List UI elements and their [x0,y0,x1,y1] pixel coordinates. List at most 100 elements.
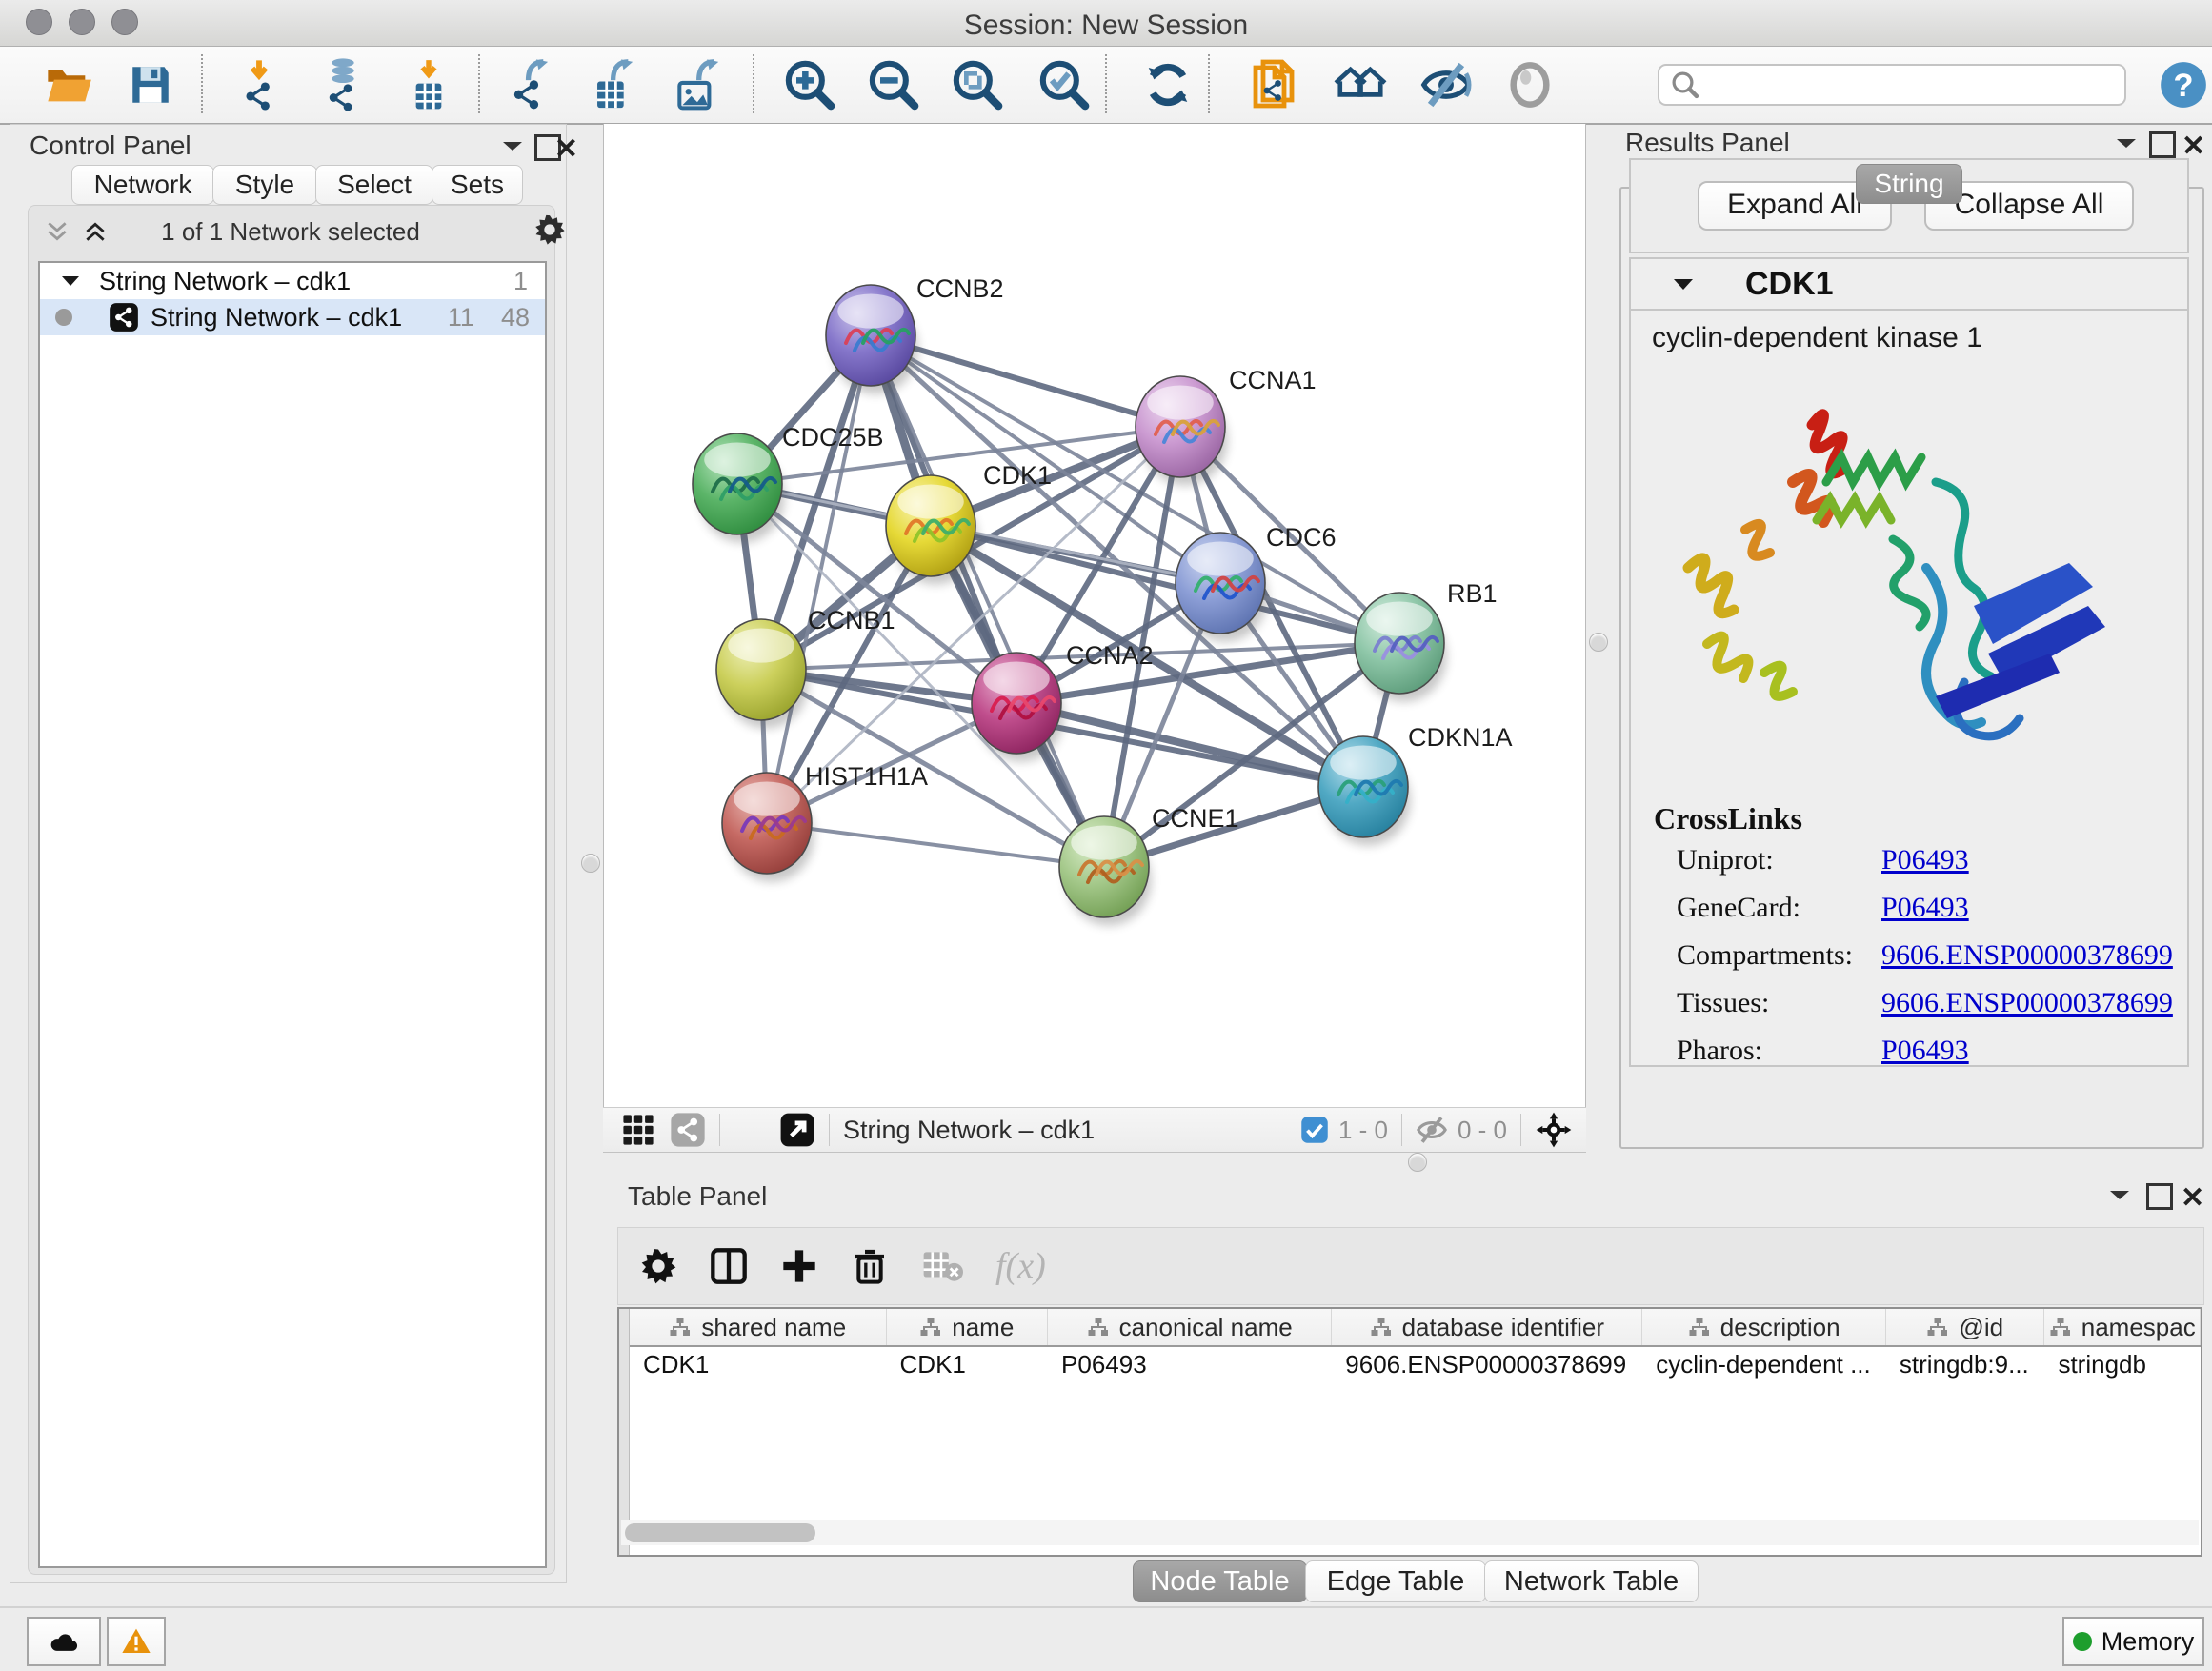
tab-select[interactable]: Select [315,165,433,205]
delete-table-icon[interactable] [921,1249,963,1283]
share-document-button[interactable] [1244,56,1301,113]
zoom-selected-button[interactable] [1036,56,1093,113]
export-network-button[interactable] [503,56,560,113]
show-eye-button[interactable] [1501,56,1558,113]
crosslink-link[interactable]: 9606.ENSP00000378699 [1881,987,2173,1019]
network-options-gear-icon[interactable] [533,213,566,251]
network-view-toolbar: String Network – cdk1 1 - 0 0 - 0 [603,1107,1586,1153]
zoom-in-button[interactable] [781,56,838,113]
table-cell[interactable]: 9606.ENSP00000378699 [1332,1350,1642,1379]
column-header-database-identifier[interactable]: database identifier [1332,1309,1642,1345]
share-document-icon [1246,58,1299,111]
collection-expand-icon[interactable] [61,273,80,289]
network-view-share-icon[interactable] [670,1112,706,1148]
export-image-button[interactable] [670,56,727,113]
grid-view-icon[interactable] [622,1114,654,1146]
results-panel-float-icon[interactable] [2149,131,2176,158]
table-cell[interactable]: CDK1 [887,1350,1049,1379]
open-in-window-icon[interactable] [779,1112,815,1148]
column-header-shared-name[interactable]: shared name [630,1309,887,1345]
tab-network-table[interactable]: Network Table [1484,1560,1699,1602]
table-panel-float-icon[interactable] [2146,1183,2173,1210]
network-graph[interactable]: CCNB2CCNA1CDC25BCDK1CDC6RB1CCNB1CCNA2CDK… [604,124,1585,1105]
selected-checkbox-icon[interactable] [1300,1116,1329,1144]
collapse-all-networks-icon[interactable] [44,219,70,249]
function-builder-icon[interactable]: f(x) [995,1245,1046,1287]
crosslink-link[interactable]: P06493 [1881,1035,1969,1067]
crosslink-link[interactable]: 9606.ENSP00000378699 [1881,939,2173,972]
tab-node-table[interactable]: Node Table [1133,1560,1307,1602]
zoom-fit-button[interactable] [949,56,1006,113]
save-session-button[interactable] [122,56,179,113]
export-table-button[interactable] [586,56,643,113]
network-row-selected[interactable]: String Network – cdk1 11 48 [40,299,545,335]
current-network-name: String Network – cdk1 [843,1116,1095,1145]
node-rb1[interactable]: RB1 [1355,579,1498,702]
node-label-cdc6: CDC6 [1266,523,1337,552]
tab-edge-table[interactable]: Edge Table [1305,1560,1486,1602]
expand-all-networks-icon[interactable] [82,219,109,249]
cloud-status-button[interactable] [27,1617,101,1666]
table-cell[interactable]: stringdb:9... [1886,1350,2045,1379]
node-ccna1[interactable]: CCNA1 [1136,366,1317,486]
birdseye-crosshair-icon[interactable] [1535,1111,1573,1149]
table-cell[interactable]: P06493 [1048,1350,1332,1379]
refresh-view-button[interactable] [1139,56,1196,113]
memory-button[interactable]: Memory [2062,1617,2204,1666]
column-header-name[interactable]: name [887,1309,1048,1345]
hide-selected-button[interactable] [1418,56,1475,113]
tab-style[interactable]: Style [212,165,317,205]
import-network-from-database-button[interactable] [314,56,372,113]
column-header-namespac[interactable]: namespac [2044,1309,2201,1345]
node-cdkn1a[interactable]: CDKN1A [1318,723,1513,846]
node-hist1h1a[interactable]: HIST1H1A [722,762,928,882]
network-collection-row[interactable]: String Network – cdk1 1 [40,263,545,299]
edge-ccne1-hist1h1a[interactable] [767,823,1104,867]
table-cell[interactable]: stringdb [2044,1350,2201,1379]
table-panel-close-icon[interactable]: ✕ [2181,1181,2204,1215]
node-label-ccne1: CCNE1 [1152,804,1239,833]
right-splitter-handle[interactable] [1589,633,1608,652]
open-session-button[interactable] [40,56,97,113]
crosslink-link[interactable]: P06493 [1881,844,1969,876]
crosslink-link[interactable]: P06493 [1881,892,1969,924]
node-cdk1[interactable]: CDK1 [886,461,1052,585]
column-header-canonical-name[interactable]: canonical name [1048,1309,1332,1345]
network-home-button[interactable] [1332,56,1389,113]
delete-column-trash-icon[interactable] [851,1247,889,1285]
control-panel-menu-icon[interactable] [501,138,524,158]
node-ccne1[interactable]: CCNE1 [1059,804,1239,926]
tab-network[interactable]: Network [71,165,214,205]
column-header-description[interactable]: description [1642,1309,1886,1345]
control-panel-close-icon[interactable]: ✕ [554,132,578,166]
warnings-button[interactable] [107,1617,166,1666]
table-cell[interactable]: cyclin-dependent ... [1642,1350,1886,1379]
table-horizontal-scrollbar[interactable] [621,1520,2199,1545]
column-tree-icon [1087,1316,1110,1339]
create-column-plus-icon[interactable] [780,1247,818,1285]
tab-sets[interactable]: Sets [432,165,523,205]
left-splitter-handle[interactable] [581,854,600,873]
table-panel-menu-icon[interactable] [2108,1187,2131,1207]
import-network-from-file-button[interactable] [232,56,290,113]
table-settings-gear-icon[interactable] [639,1247,677,1285]
hidden-eye-slash-icon[interactable] [1416,1114,1448,1146]
results-panel-menu-icon[interactable] [2115,135,2138,155]
cdk1-entry-header[interactable]: CDK1 [1631,259,2187,311]
node-ccnb1[interactable]: CCNB1 [716,606,895,729]
zoom-out-button[interactable] [865,56,922,113]
show-columns-icon[interactable] [710,1247,748,1285]
results-panel: Results Panel ✕ String Expand All Collap… [1619,124,2202,1174]
entry-collapse-icon[interactable] [1673,276,1694,292]
search-input[interactable] [1699,70,2103,101]
bottom-splitter-handle[interactable] [1408,1153,1427,1172]
table-cell[interactable]: CDK1 [630,1350,887,1379]
import-table-from-file-button[interactable] [400,56,457,113]
tab-string[interactable]: String [1856,164,1962,204]
table-row[interactable]: CDK1CDK1P064939606.ENSP00000378699cyclin… [630,1347,2201,1381]
network-canvas[interactable]: CCNB2CCNA1CDC25BCDK1CDC6RB1CCNB1CCNA2CDK… [603,124,1586,1107]
scrollbar-thumb[interactable] [625,1523,815,1542]
column-header--id[interactable]: @id [1886,1309,2044,1345]
help-button[interactable]: ? [2155,56,2212,113]
search-field[interactable] [1658,64,2126,106]
